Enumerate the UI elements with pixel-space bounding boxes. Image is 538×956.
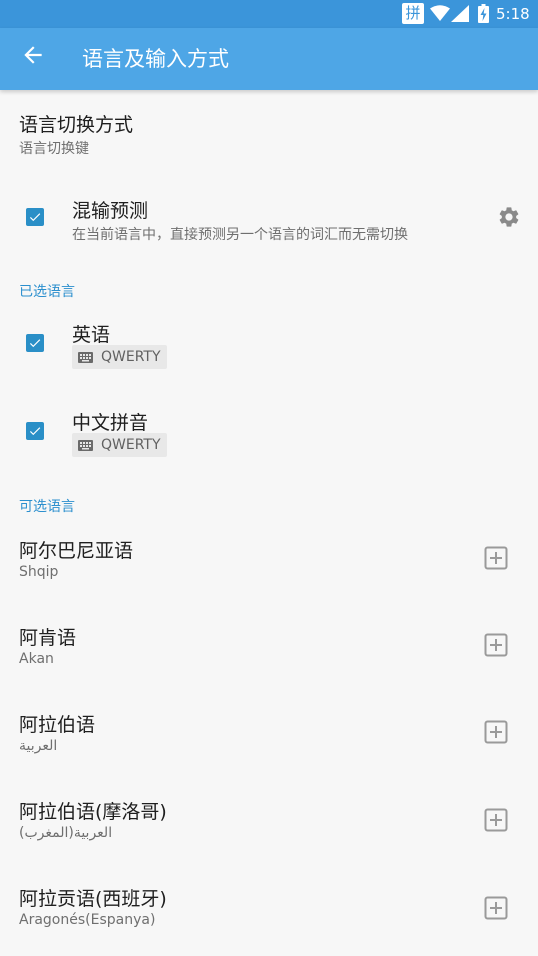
switch-method-summary: 语言切换键 bbox=[19, 141, 89, 157]
signal-icon bbox=[451, 5, 469, 22]
pinyin-checkbox[interactable] bbox=[26, 422, 44, 440]
add-language-icon[interactable] bbox=[484, 720, 508, 744]
add-language-icon[interactable] bbox=[484, 546, 508, 570]
english-checkbox[interactable] bbox=[26, 334, 44, 352]
status-bar: 拼 5:18 bbox=[0, 0, 538, 28]
pinyin-title: 中文拼音 bbox=[72, 412, 149, 434]
battery-charging-icon bbox=[478, 4, 489, 23]
status-time: 5:18 bbox=[496, 5, 530, 23]
ime-indicator: 拼 bbox=[402, 3, 424, 24]
arrow-left-icon[interactable] bbox=[20, 42, 46, 68]
selected-languages-header: 已选语言 bbox=[19, 284, 75, 300]
page-title: 语言及输入方式 bbox=[82, 47, 229, 71]
language-native-name: العربية(المغرب) bbox=[19, 825, 113, 841]
add-language-icon[interactable] bbox=[484, 808, 508, 832]
check-icon bbox=[29, 339, 41, 348]
available-languages-header: 可选语言 bbox=[19, 499, 75, 515]
available-language-row[interactable] bbox=[0, 603, 538, 690]
english-layout-chip[interactable]: QWERTY bbox=[72, 345, 167, 369]
app-bar: 语言及输入方式 bbox=[0, 28, 538, 90]
pinyin-layout-chip[interactable]: QWERTY bbox=[72, 433, 167, 457]
english-title: 英语 bbox=[72, 324, 111, 346]
keyboard-icon bbox=[78, 439, 93, 451]
language-native-name: Shqip bbox=[19, 564, 59, 580]
mixed-prediction-checkbox[interactable] bbox=[26, 208, 44, 226]
gear-icon[interactable] bbox=[497, 205, 521, 229]
switch-method-title: 语言切换方式 bbox=[19, 114, 134, 136]
language-native-name: Aragonés(Espanya) bbox=[19, 912, 156, 928]
language-native-name: Akan bbox=[19, 651, 54, 667]
mixed-prediction-summary: 在当前语言中，直接预测另一个语言的词汇而无需切换 bbox=[72, 227, 408, 243]
language-name: 阿肯语 bbox=[19, 627, 77, 649]
add-language-icon[interactable] bbox=[484, 896, 508, 920]
language-name: 阿拉贡语(西班牙) bbox=[19, 888, 167, 910]
english-layout-label: QWERTY bbox=[101, 349, 161, 365]
language-name: 阿拉伯语(摩洛哥) bbox=[19, 801, 167, 823]
check-icon bbox=[29, 427, 41, 436]
pinyin-layout-label: QWERTY bbox=[101, 437, 161, 453]
language-name: 阿尔巴尼亚语 bbox=[19, 540, 134, 562]
mixed-prediction-title: 混输预测 bbox=[72, 200, 149, 222]
check-icon bbox=[29, 213, 41, 222]
add-language-icon[interactable] bbox=[484, 633, 508, 657]
language-native-name: العربية bbox=[19, 738, 58, 754]
wifi-icon bbox=[430, 5, 450, 21]
language-name: 阿拉伯语 bbox=[19, 714, 96, 736]
keyboard-icon bbox=[78, 351, 93, 363]
